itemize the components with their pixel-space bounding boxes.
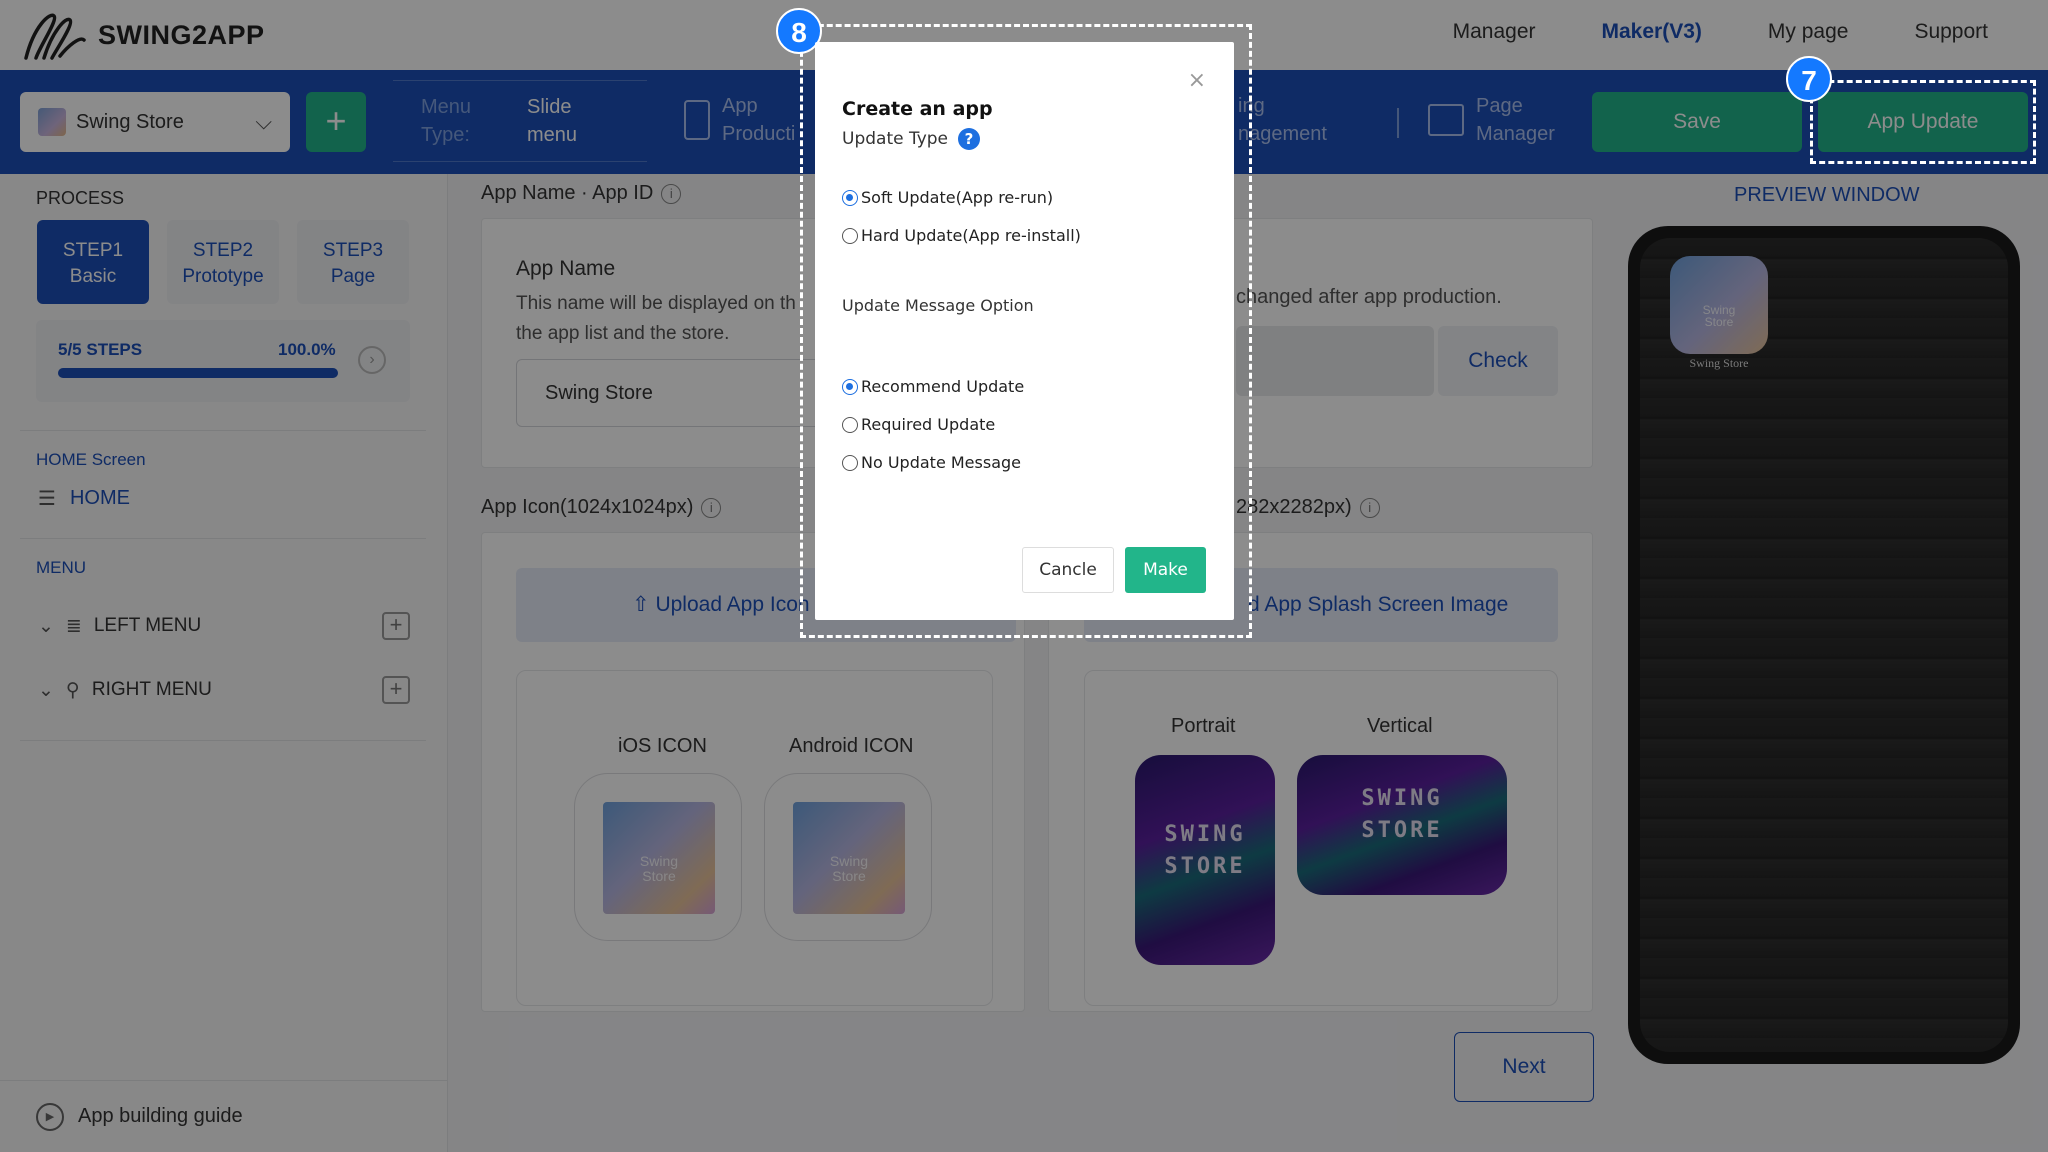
cancel-button[interactable]: Cancle xyxy=(1022,547,1114,593)
highlight-app-update xyxy=(1810,80,2036,164)
radio-button[interactable] xyxy=(842,189,858,206)
radio-required-update[interactable]: Required Update xyxy=(842,415,995,434)
help-icon[interactable]: ? xyxy=(958,128,981,150)
radio-soft-update[interactable]: Soft Update(App re-run) xyxy=(842,188,1053,207)
update-type-label: Update Type ? xyxy=(842,128,981,150)
radio-button[interactable] xyxy=(842,227,858,244)
radio-button[interactable] xyxy=(842,454,858,471)
message-option-title: Update Message Option xyxy=(842,296,1034,315)
update-type-text: Update Type xyxy=(842,129,949,149)
step-badge-7: 7 xyxy=(1786,56,1832,102)
radio-hard-update-label: Hard Update(App re-install) xyxy=(861,226,1081,245)
make-button[interactable]: Make xyxy=(1125,547,1206,593)
radio-hard-update[interactable]: Hard Update(App re-install) xyxy=(842,226,1081,245)
radio-no-message-label: No Update Message xyxy=(861,453,1021,472)
radio-recommend-update[interactable]: Recommend Update xyxy=(842,377,1024,396)
radio-button[interactable] xyxy=(842,378,858,395)
radio-soft-update-label: Soft Update(App re-run) xyxy=(861,188,1054,207)
create-app-modal: × Create an app Update Type ? Soft Updat… xyxy=(815,42,1234,620)
radio-recommend-label: Recommend Update xyxy=(861,377,1025,396)
radio-no-update-message[interactable]: No Update Message xyxy=(842,453,1021,472)
radio-button[interactable] xyxy=(842,416,858,433)
modal-title: Create an app xyxy=(842,98,993,120)
radio-required-label: Required Update xyxy=(861,415,996,434)
close-icon[interactable]: × xyxy=(1188,68,1206,93)
